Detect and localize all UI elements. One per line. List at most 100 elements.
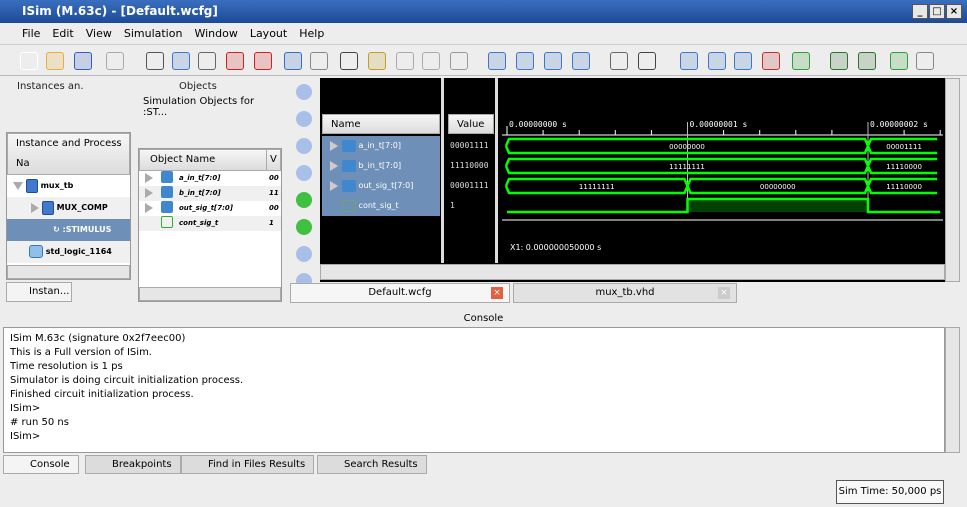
object-value-header[interactable]: V: [266, 150, 280, 170]
toolbar-button-0[interactable]: [20, 52, 38, 70]
tab-mux-tb-vhd[interactable]: mux_tb.vhd ×: [513, 283, 737, 303]
toolbar-button-19[interactable]: [572, 52, 590, 70]
wave-name-header[interactable]: Name: [322, 114, 440, 134]
wave-signal-row[interactable]: out_sig_t[7:0]: [322, 176, 440, 196]
go-end-icon[interactable]: [296, 219, 312, 235]
tab-breakpoints[interactable]: Breakpoints: [85, 455, 181, 474]
chip-icon: [41, 200, 54, 215]
toolbar-button-5[interactable]: [172, 52, 190, 70]
toolbar-button-12[interactable]: [368, 52, 386, 70]
signal-icon: [161, 201, 173, 213]
toolbar-button-8[interactable]: [254, 52, 272, 70]
wave-signal-row[interactable]: b_in_t[7:0]: [322, 156, 440, 176]
expand-icon[interactable]: [145, 203, 153, 213]
time-label: 0.00000002 s: [870, 120, 928, 129]
toolbar-button-25[interactable]: [762, 52, 780, 70]
console-output[interactable]: ISim M.63c (signature 0x2f7eec00) This is…: [3, 327, 945, 453]
toolbar-button-28[interactable]: [858, 52, 876, 70]
toolbar-button-13[interactable]: [396, 52, 414, 70]
toolbar-button-27[interactable]: [830, 52, 848, 70]
menu-simulation[interactable]: Simulation: [118, 24, 189, 43]
zoom-in-icon[interactable]: [296, 84, 312, 100]
tree-item[interactable]: MUX_COMP: [7, 197, 130, 219]
toolbar-button-15[interactable]: [450, 52, 468, 70]
menu-help[interactable]: Help: [293, 24, 330, 43]
horizontal-scrollbar[interactable]: [139, 287, 281, 301]
toolbar-button-4[interactable]: [146, 52, 164, 70]
tree-item[interactable]: std_logic_1164: [7, 241, 130, 263]
toolbar-button-24[interactable]: [734, 52, 752, 70]
wave-signal-value: 1: [450, 201, 455, 210]
object-row[interactable]: out_sig_t[7:0] 00: [139, 201, 281, 216]
console-line: ISim M.63c (signature 0x2f7eec00): [10, 333, 186, 344]
toolbar-button-30[interactable]: [916, 52, 934, 70]
toolbar-button-18[interactable]: [544, 52, 562, 70]
wave-value-header[interactable]: Value: [448, 114, 494, 134]
toolbar-button-17[interactable]: [516, 52, 534, 70]
object-row[interactable]: cont_sig_t 1: [139, 216, 281, 231]
close-icon[interactable]: ×: [491, 287, 503, 299]
tree-item[interactable]: mux_tb: [7, 175, 130, 197]
wave-signal-row[interactable]: a_in_t[7:0]: [322, 136, 440, 156]
expand-icon[interactable]: [330, 160, 338, 171]
toolbar-button-16[interactable]: [488, 52, 506, 70]
menu-edit[interactable]: Edit: [46, 24, 79, 43]
toolbar-button-29[interactable]: [890, 52, 908, 70]
expand-icon[interactable]: [145, 173, 153, 183]
close-icon[interactable]: ×: [718, 287, 730, 299]
toolbar-button-11[interactable]: [340, 52, 358, 70]
menu-layout[interactable]: Layout: [244, 24, 293, 43]
object-row[interactable]: b_in_t[7:0] 11: [139, 186, 281, 201]
previous-transition-icon[interactable]: [296, 246, 312, 262]
toolbar-button-14[interactable]: [422, 52, 440, 70]
expand-icon[interactable]: [330, 140, 338, 151]
bus-value-label: 11111111: [579, 183, 615, 191]
menu-window[interactable]: Window: [188, 24, 243, 43]
toolbar-button-3[interactable]: [106, 52, 124, 70]
tab-find-in-files[interactable]: Find in Files Results: [181, 455, 315, 474]
tab-search-results[interactable]: Search Results: [317, 455, 427, 474]
bus-value-label: 11110000: [886, 183, 922, 191]
toolbar-button-7[interactable]: [226, 52, 244, 70]
object-name-header[interactable]: Object Name: [140, 150, 266, 170]
wave-vertical-scrollbar[interactable]: [945, 78, 960, 282]
toolbar-button-22[interactable]: [680, 52, 698, 70]
tab-instances[interactable]: Instan...: [6, 282, 72, 302]
tab-default-wcfg[interactable]: Default.wcfg ×: [290, 283, 510, 303]
expand-icon[interactable]: [330, 180, 338, 191]
toolbar-button-26[interactable]: [792, 52, 810, 70]
menu-file[interactable]: File: [0, 24, 46, 43]
time-label: 0.00000000 s: [509, 120, 567, 129]
signal-icon: [161, 171, 173, 183]
wave-toolbar: [290, 80, 318, 289]
toolbar-button-2[interactable]: [74, 52, 92, 70]
toolbar-button-1[interactable]: [46, 52, 64, 70]
toolbar-button-23[interactable]: [708, 52, 726, 70]
console-line: ISim>: [10, 403, 41, 414]
menu-view[interactable]: View: [80, 24, 118, 43]
tree-item[interactable]: ↻ :STIMULUS: [7, 219, 130, 241]
maximize-button[interactable]: □: [929, 4, 945, 19]
zoom-cursor-icon[interactable]: [296, 165, 312, 181]
waveform-canvas[interactable]: 0.00000000 s 0.00000001 s 0.00000002 s 0000…: [502, 78, 943, 263]
toolbar-button-6[interactable]: [198, 52, 216, 70]
wave-signal-row[interactable]: cont_sig_t: [322, 196, 440, 216]
instances-panel: Instances an. Instance and Process Na mu…: [3, 80, 131, 305]
minimize-button[interactable]: _: [912, 4, 928, 19]
toolbar-button-9[interactable]: [284, 52, 302, 70]
tab-console[interactable]: Console: [3, 455, 79, 474]
console-line: Time resolution is 1 ps: [10, 361, 123, 372]
console-scrollbar[interactable]: [945, 327, 960, 453]
horizontal-scrollbar[interactable]: [7, 265, 130, 279]
toolbar-button-10[interactable]: [310, 52, 328, 70]
expand-icon[interactable]: [145, 188, 153, 198]
zoom-fit-icon[interactable]: [296, 138, 312, 154]
toolbar-button-21[interactable]: [638, 52, 656, 70]
zoom-out-icon[interactable]: [296, 111, 312, 127]
wave-horizontal-scrollbar[interactable]: [320, 264, 945, 280]
object-row[interactable]: a_in_t[7:0] 00: [139, 171, 281, 186]
go-start-icon[interactable]: [296, 192, 312, 208]
toolbar-button-20[interactable]: [610, 52, 628, 70]
close-button[interactable]: ×: [946, 4, 962, 19]
instances-column-header[interactable]: Instance and Process Na: [7, 133, 130, 175]
